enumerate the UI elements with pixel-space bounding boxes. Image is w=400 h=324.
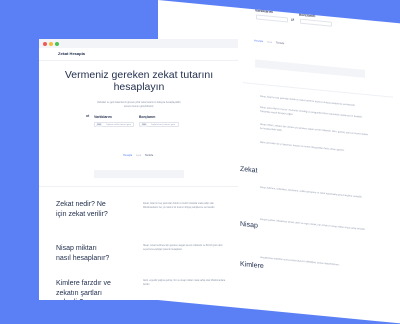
- back-paragraph: Zekatın şartları: Müslüman olmak, akıllı…: [260, 218, 366, 231]
- back-assets-label: Varlıklarım: [255, 8, 273, 15]
- assets-input[interactable]: TRY Toplam varlık tutarını girin: [94, 122, 134, 127]
- faq-question[interactable]: Nisap miktarı nasıl hesaplanır?: [56, 244, 112, 263]
- back-faq-question[interactable]: Kimlere: [240, 260, 264, 272]
- assets-input-placeholder: Toplam varlık tutarını girin: [106, 123, 132, 126]
- hero-title: Vermeniz gereken zekat tutarını hesaplay…: [64, 69, 214, 93]
- faq-answer: Zekat, İslam'ın beş şartından biridir ve…: [143, 203, 215, 209]
- calculate-link[interactable]: Hesapla: [123, 154, 132, 157]
- back-debts-label: Borçlarım: [299, 12, 316, 19]
- or-text: veya: [135, 154, 142, 157]
- back-debts-input[interactable]: [300, 18, 332, 27]
- back-assets-input[interactable]: [256, 14, 288, 23]
- back-paragraph: Zekat, yüce Allah'ın Kur'an-ı Kerim'de e…: [260, 106, 363, 119]
- close-window-icon[interactable]: [43, 42, 47, 46]
- back-result-bar: [255, 59, 365, 78]
- maximize-window-icon[interactable]: [55, 42, 59, 46]
- back-faq-question[interactable]: Nisap: [240, 220, 258, 231]
- back-paragraph: Nisap miktarı, zekatın farz olması için …: [260, 123, 369, 137]
- faq-answer: Akıllı, ergenlik çağına gelmiş, hür ve n…: [143, 280, 226, 286]
- faq-question[interactable]: Kimlere farzdır ve zekatın şartları nele…: [56, 279, 122, 300]
- back-or-text: veya: [266, 40, 273, 44]
- section-divider: [39, 186, 238, 187]
- debts-input[interactable]: TRY Toplam borç tutarını girin: [139, 122, 179, 127]
- debts-label: Borçlarım: [139, 115, 156, 119]
- result-bar: [94, 170, 184, 178]
- back-paragraph: Hesaplamayı yaptıktan sonra zekat tutarı…: [260, 256, 340, 267]
- back-paragraph: Zekat; fakirlere, yoksullara, borçlulara…: [260, 186, 363, 199]
- currency-select[interactable]: TRY: [141, 123, 148, 127]
- back-swap-arrow-icon[interactable]: ⇄: [291, 17, 294, 22]
- minimize-window-icon[interactable]: [49, 42, 53, 46]
- top-navigation: Zekat Hesapla: [39, 48, 238, 61]
- window-titlebar: [39, 39, 238, 48]
- main-window: Zekat Hesapla Vermeniz gereken zekat tut…: [39, 39, 238, 300]
- back-link-row: Hesapla veya Temizle: [254, 39, 284, 45]
- debts-input-placeholder: Toplam borç tutarını girin: [151, 123, 176, 126]
- assets-label: Varlıklarım: [94, 115, 112, 119]
- back-calc-link[interactable]: Hesapla: [254, 39, 263, 43]
- faq-question[interactable]: Zekat nedir? Ne için zekat verilir?: [56, 200, 112, 219]
- back-faq-question[interactable]: Zekat: [240, 165, 258, 176]
- reset-link[interactable]: Temizle: [145, 154, 153, 157]
- action-link-row: Hesapla veya Temizle: [123, 154, 153, 157]
- swap-arrow-icon[interactable]: ⇄: [86, 113, 89, 118]
- currency-select[interactable]: TRY: [96, 123, 103, 127]
- brand-logo[interactable]: Zekat Hesapla: [58, 51, 85, 56]
- back-paragraph: Malın üzerinden bir yıl geçmesi, borçtan…: [260, 141, 345, 152]
- back-reset-link[interactable]: Temizle: [276, 41, 284, 45]
- hero-subtitle: Varlıkları ve gelir kalemlerini girerek …: [96, 101, 182, 108]
- faq-answer: Nisap, zekat verilmesi için gereken asga…: [143, 245, 223, 251]
